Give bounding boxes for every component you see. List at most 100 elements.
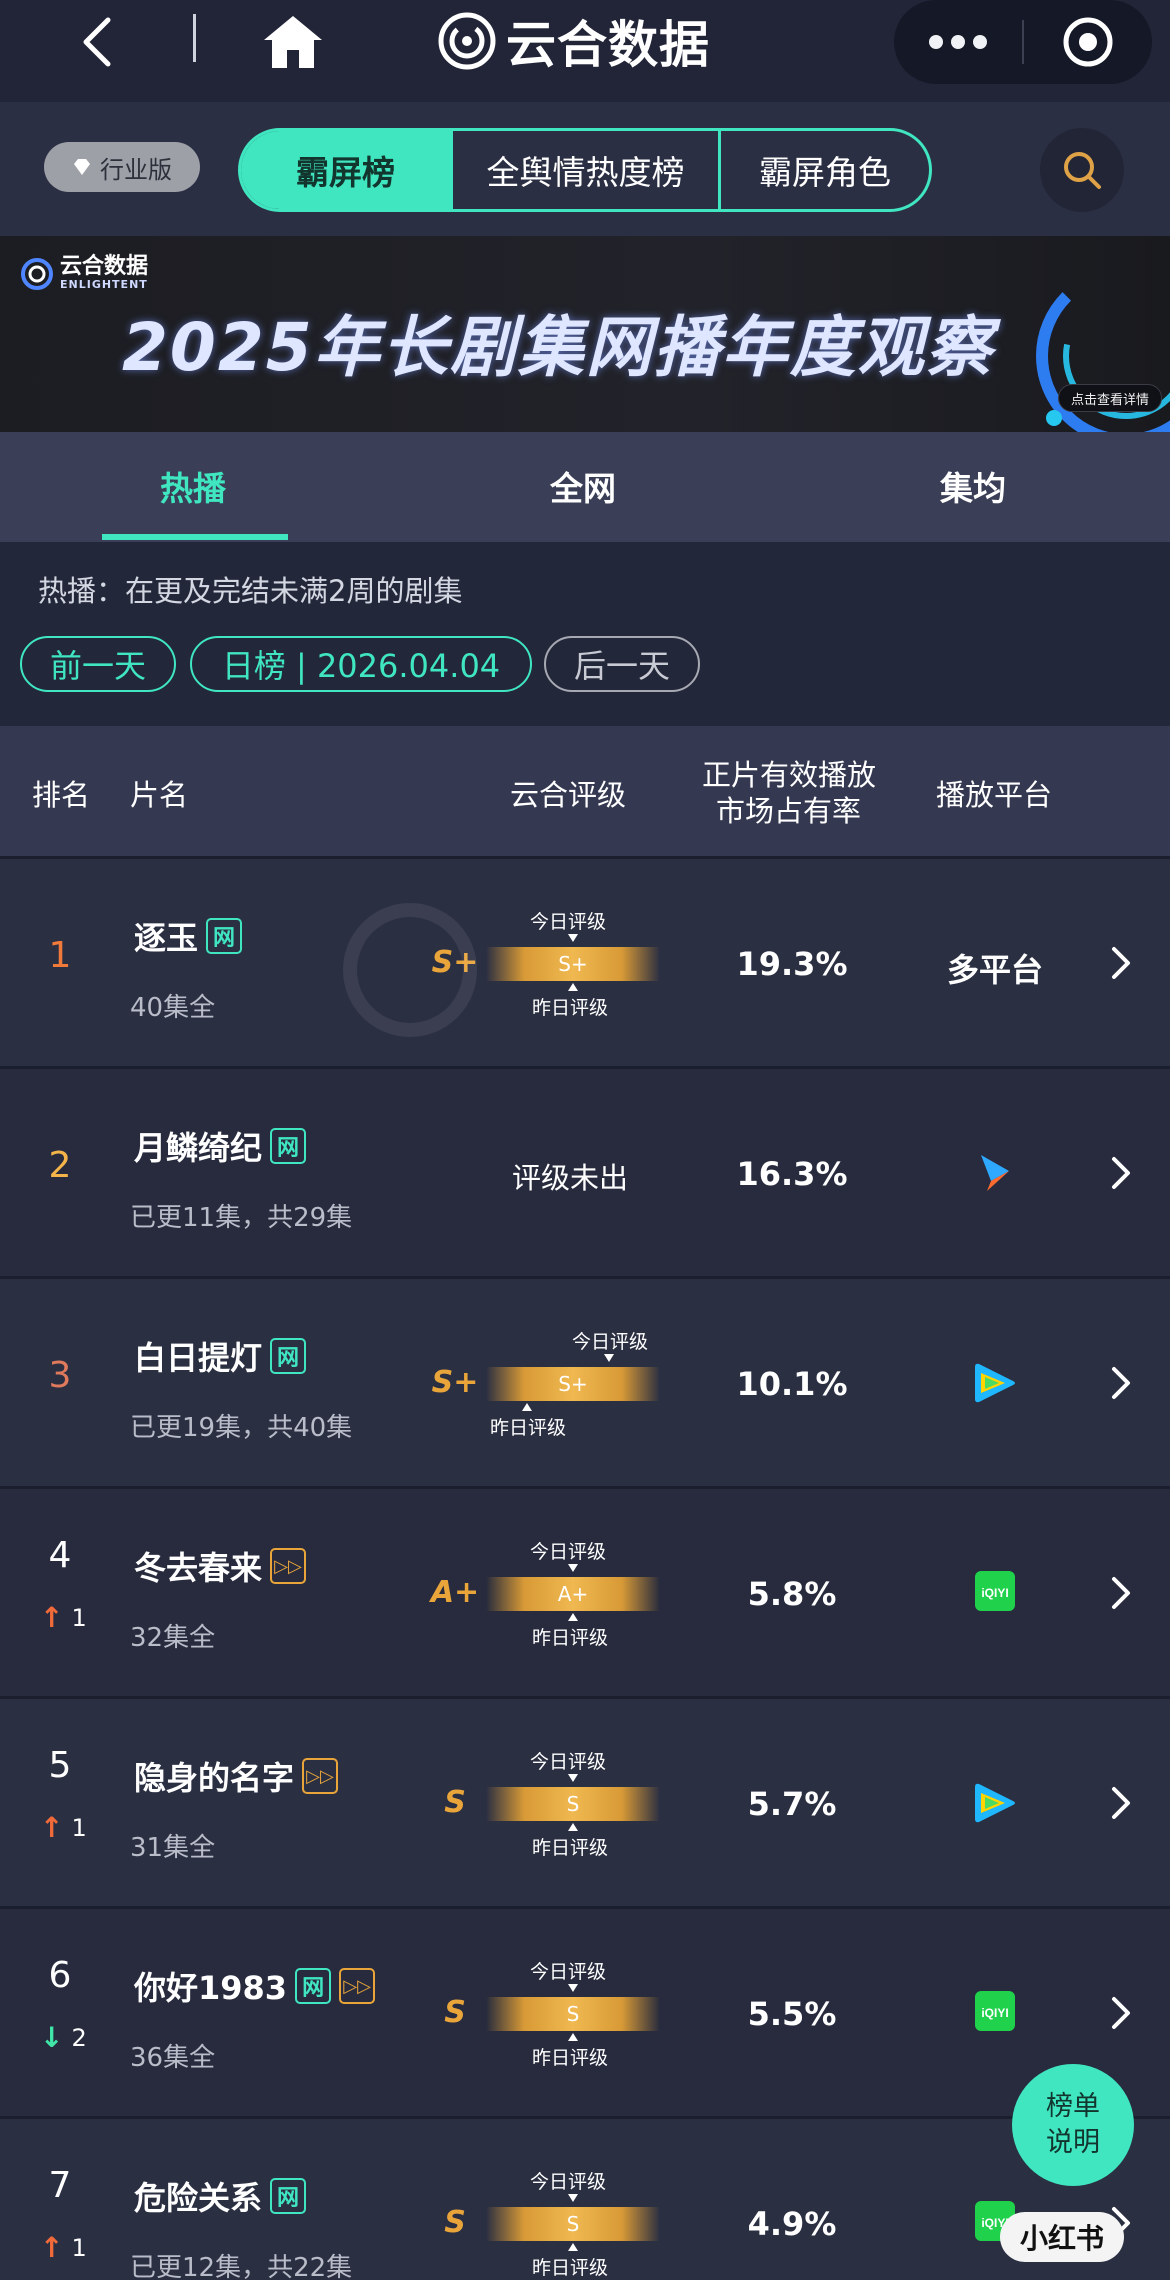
svg-text:iQIYI: iQIYI: [981, 2006, 1008, 2020]
today-marker-icon: [568, 1984, 578, 1992]
yesterday-grade-label: 昨日评级: [532, 2047, 609, 2069]
close-miniapp-button[interactable]: [1024, 0, 1152, 84]
today-marker-icon: [604, 1354, 614, 1362]
today-grade-label: 今日评级: [530, 2171, 607, 2193]
rank-number: 7: [48, 2165, 72, 2206]
header-share-line2: 市场占有率: [716, 794, 862, 828]
youku-icon: [981, 1155, 1009, 1191]
market-share: 4.9%: [747, 2205, 837, 2243]
show-title: 月鳞绮纪: [134, 1129, 263, 1167]
next-day-button[interactable]: 后一天: [544, 636, 700, 692]
xiaohongshu-watermark: 小红书: [1000, 2212, 1124, 2262]
daily-date-selector[interactable]: 日榜 | 2026.04.04: [190, 636, 532, 692]
episode-info: 32集全: [130, 1623, 216, 1653]
segment-characters[interactable]: 霸屏角色: [721, 131, 929, 209]
show-title: 危险关系: [134, 2179, 263, 2217]
rank-number: 3: [48, 1355, 72, 1396]
platform-multi: 多平台: [946, 951, 1043, 989]
table-row[interactable]: 6 ↓ 2 你好1983 网 ▷▷ 36集全 S S 今日评级 昨日评级 5.5% iQIYI: [0, 1906, 1170, 2116]
chevron-right-icon[interactable]: [1106, 943, 1136, 983]
web-drama-tag: 网: [270, 1338, 307, 1374]
home-button[interactable]: [258, 10, 328, 74]
today-grade-label: 今日评级: [530, 1751, 607, 1773]
market-share: 19.3%: [736, 945, 848, 983]
platform-cell: [930, 1361, 1060, 1405]
yunhe-logo-icon: [21, 257, 53, 290]
table-row[interactable]: 3 白日提灯 网 已更19集，共40集 S+ S+ 今日评级 昨日评级 10.1%: [0, 1276, 1170, 1486]
show-title-line: 隐身的名字 ▷▷: [134, 1753, 339, 1799]
dot-icon: [929, 35, 943, 49]
grade-bar: S: [486, 1997, 660, 2031]
rank-number: 1: [48, 935, 72, 976]
show-title-line: 月鳞绮纪 网: [134, 1123, 307, 1169]
grade-bar: S+: [486, 947, 660, 981]
grade-value: S+: [431, 945, 479, 980]
today-marker-icon: [568, 2194, 578, 2202]
home-icon: [264, 16, 322, 68]
market-share: 10.1%: [736, 1365, 848, 1403]
heat-tabs: 热播 全网 集均: [0, 432, 1170, 542]
ranking-segmented-control: 霸屏榜 全舆情热度榜 霸屏角色: [238, 128, 932, 212]
grade-pending: 评级未出: [512, 1161, 629, 1195]
table-row[interactable]: 7 ↑ 1 危险关系 网 已更12集，共22集 S S 今日评级 昨日评级 4.9% iQIYI: [0, 2116, 1170, 2280]
industry-edition-badge[interactable]: 行业版: [44, 142, 200, 192]
chevron-right-icon[interactable]: [1106, 1153, 1136, 1193]
header-platform: 播放平台: [936, 778, 1053, 812]
back-button[interactable]: [70, 12, 130, 72]
table-row[interactable]: 5 ↑ 1 隐身的名字 ▷▷ 31集全 S S 今日评级 昨日评级 5.7%: [0, 1696, 1170, 1906]
rank-change-value: 2: [71, 2023, 87, 2052]
fast-forward-tag-icon: ▷▷: [339, 1968, 376, 2004]
table-row[interactable]: 4 ↑ 1 冬去春来 ▷▷ 32集全 A+ A+ 今日评级 昨日评级 5.8% iQIYI: [0, 1486, 1170, 1696]
ranking-explanation-button[interactable]: 榜单 说明: [1012, 2064, 1134, 2186]
table-row[interactable]: 2 月鳞绮纪 网 已更11集，共29集 评级未出 16.3%: [0, 1066, 1170, 1276]
dot-icon: [973, 35, 987, 49]
trend-up-icon: ↑: [40, 1811, 64, 1844]
iqiyi-icon: iQIYI: [975, 1571, 1015, 1611]
help-label-line2: 说明: [1046, 2127, 1100, 2158]
table-row[interactable]: 1 逐玉 网 40集全 S+ S+ 今日评级 昨日评级 19.3% 多平台: [0, 856, 1170, 1066]
banner-logo-text: 云合数据: [60, 254, 149, 279]
episode-info: 已更11集，共29集: [130, 1203, 353, 1233]
chevron-right-icon[interactable]: [1106, 1783, 1136, 1823]
rank-number: 4: [48, 1535, 72, 1576]
svg-text:iQIYI: iQIYI: [981, 1586, 1008, 1600]
rank-change: ↓ 2: [40, 2021, 87, 2054]
app-title: 云合数据: [438, 6, 710, 76]
grade-value: A+: [430, 1575, 480, 1610]
rank-number: 5: [48, 1745, 72, 1786]
chevron-right-icon[interactable]: [1106, 1573, 1136, 1613]
yesterday-grade-label: 昨日评级: [532, 1837, 609, 1859]
yunhe-logo-icon: [438, 12, 496, 70]
chevron-right-icon[interactable]: [1106, 1363, 1136, 1403]
market-share: 16.3%: [736, 1155, 848, 1193]
show-title: 逐玉: [134, 919, 199, 957]
episode-info: 31集全: [130, 1833, 216, 1863]
tab-rebo[interactable]: 热播: [160, 462, 226, 510]
trend-up-icon: ↑: [40, 2231, 64, 2264]
app-title-text: 云合数据: [506, 16, 710, 74]
rank-change: ↑ 1: [40, 2231, 87, 2264]
annual-report-banner[interactable]: 云合数据 ENLIGHTENT 2025年长剧集网播年度观察 点击查看详情: [0, 236, 1170, 432]
grade-value: S: [444, 1785, 466, 1820]
yesterday-grade-label: 昨日评级: [532, 997, 609, 1019]
search-button[interactable]: [1040, 128, 1124, 212]
episode-info: 40集全: [130, 993, 216, 1023]
yesterday-marker-icon: [568, 1823, 578, 1831]
view-details-button[interactable]: 点击查看详情: [1058, 384, 1163, 412]
search-icon: [1064, 152, 1101, 189]
previous-day-button[interactable]: 前一天: [20, 636, 176, 692]
grade-bar: S+: [486, 1367, 660, 1401]
segment-public-opinion[interactable]: 全舆情热度榜: [453, 131, 721, 209]
today-marker-icon: [568, 934, 578, 942]
segment-bapingbang[interactable]: 霸屏榜: [241, 131, 453, 209]
yesterday-grade-label: 昨日评级: [532, 1627, 609, 1649]
grade-bar: S: [486, 2207, 660, 2241]
episode-info: 已更19集，共40集: [130, 1413, 353, 1443]
chevron-right-icon[interactable]: [1106, 1993, 1136, 2033]
tab-quanwang[interactable]: 全网: [550, 462, 616, 510]
tab-jijun[interactable]: 集均: [940, 462, 1006, 510]
platform-cell: [930, 1781, 1060, 1825]
rank-change: ↑ 1: [40, 1811, 87, 1844]
grade-bar: S: [486, 1787, 660, 1821]
more-menu-button[interactable]: [894, 0, 1022, 84]
